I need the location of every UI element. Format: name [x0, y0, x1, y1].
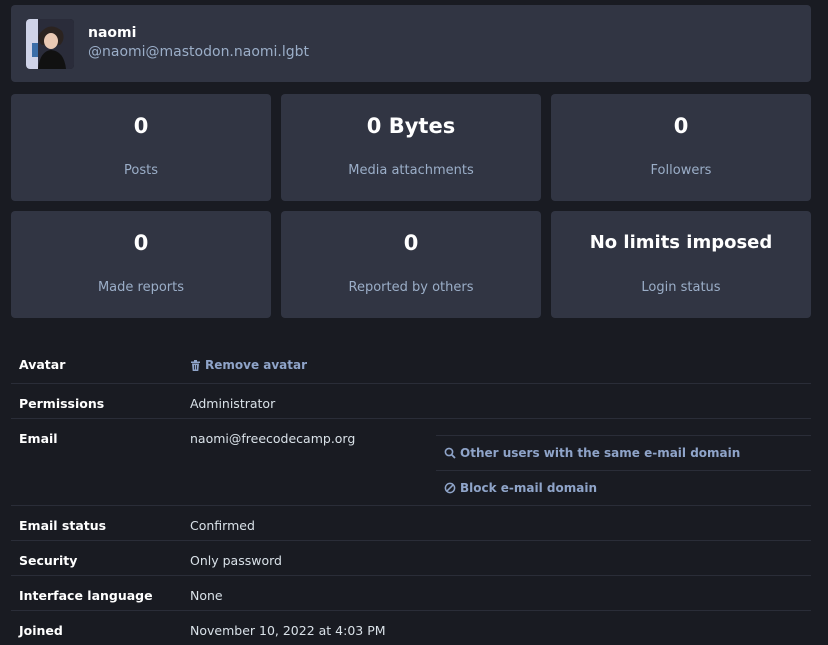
avatar-image [26, 19, 74, 69]
stat-media-attachments[interactable]: 0 Bytes Media attachments [281, 94, 541, 201]
row-key: Permissions [19, 396, 105, 411]
stat-value: 0 [403, 231, 419, 255]
row-key: Email status [19, 518, 107, 533]
stat-made-reports[interactable]: 0 Made reports [11, 211, 271, 318]
stat-followers[interactable]: 0 Followers [551, 94, 811, 201]
stat-value: 0 [133, 231, 149, 255]
email-domain-action: Other users with the same e-mail domain [436, 435, 811, 470]
row-key: Security [19, 553, 78, 568]
account-details-table: Avatar Remove avatar Permissions Adminis… [11, 345, 811, 645]
stat-label: Posts [124, 163, 158, 178]
stat-value: No limits imposed [589, 232, 773, 253]
row-email: Email naomi@freecodecamp.org Other users… [11, 419, 811, 506]
trash-icon [191, 360, 200, 371]
display-name: naomi [88, 25, 137, 41]
stat-value: 0 [133, 114, 149, 138]
row-interface-language: Interface language None [11, 576, 811, 611]
row-security: Security Only password [11, 541, 811, 576]
stat-posts[interactable]: 0 Posts [11, 94, 271, 201]
account-handle: @naomi@mastodon.naomi.lgbt [88, 44, 310, 60]
ban-icon [444, 482, 456, 494]
stat-label: Media attachments [348, 163, 474, 178]
row-value: Remove avatar [190, 357, 307, 373]
remove-avatar-link[interactable]: Remove avatar [190, 358, 307, 372]
row-value: Confirmed [190, 518, 255, 533]
avatar[interactable] [26, 19, 74, 69]
stat-value: 0 Bytes [366, 114, 456, 138]
block-email-domain-link[interactable]: Block e-mail domain [444, 480, 597, 496]
row-value: naomi@freecodecamp.org [190, 431, 356, 446]
row-avatar: Avatar Remove avatar [11, 345, 811, 384]
same-email-domain-link[interactable]: Other users with the same e-mail domain [444, 445, 740, 461]
row-key: Email [19, 431, 58, 446]
stat-reported-by-others[interactable]: 0 Reported by others [281, 211, 541, 318]
row-key: Joined [19, 623, 63, 638]
stat-label: Login status [641, 280, 721, 295]
stat-label: Made reports [97, 280, 185, 295]
stat-login-status[interactable]: No limits imposed Login status [551, 211, 811, 318]
account-header: naomi @naomi@mastodon.naomi.lgbt [11, 5, 811, 82]
row-key: Interface language [19, 588, 153, 603]
row-value: Administrator [190, 396, 276, 411]
remove-avatar-label: Remove avatar [205, 358, 308, 372]
stat-value: 0 [673, 114, 689, 138]
row-email-status: Email status Confirmed [11, 506, 811, 541]
row-value: Only password [190, 553, 282, 568]
email-domain-action: Block e-mail domain [436, 470, 811, 505]
row-value: November 10, 2022 at 4:03 PM [190, 623, 386, 638]
row-key: Avatar [19, 357, 66, 372]
same-email-domain-label: Other users with the same e-mail domain [460, 446, 741, 460]
block-email-domain-label: Block e-mail domain [460, 481, 597, 495]
search-icon [444, 447, 456, 459]
row-permissions: Permissions Administrator [11, 384, 811, 419]
stat-label: Followers [650, 163, 712, 178]
row-value: None [190, 588, 223, 603]
stat-label: Reported by others [348, 280, 474, 295]
